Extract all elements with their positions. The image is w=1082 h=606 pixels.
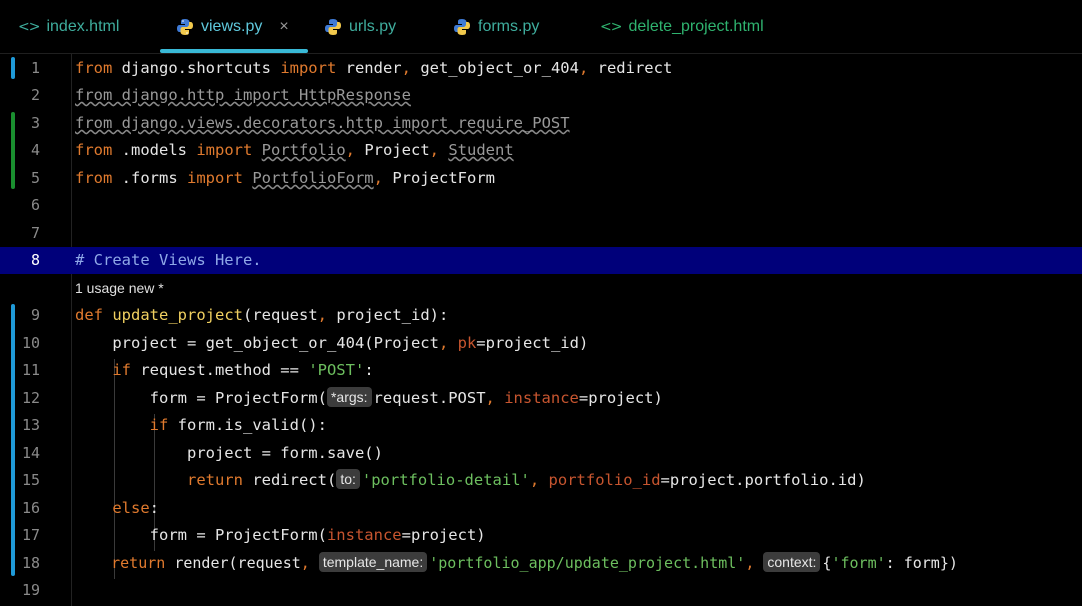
code-text: from .forms import PortfolioForm, Projec… <box>75 169 495 187</box>
line-number: 17 <box>21 526 40 544</box>
line-number: 2 <box>30 86 40 104</box>
html-icon: <> <box>18 18 40 35</box>
active-tab-indicator <box>160 49 308 53</box>
tab-label: index.html <box>46 17 120 35</box>
tab-label: urls.py <box>349 17 397 35</box>
code-text: form = ProjectForm(instance=project) <box>75 526 486 544</box>
code-line[interactable]: 12 form = ProjectForm(*args: request.POST… <box>0 385 1082 412</box>
code-text: if form.is_valid(): <box>149 416 327 434</box>
usage-hint[interactable]: 1 usage new * <box>75 275 164 302</box>
line-number: 18 <box>21 554 40 572</box>
line-number: 5 <box>30 169 40 187</box>
line-number: 8 <box>30 251 40 269</box>
code-editor[interactable]: 1 from django.shortcuts import render, g… <box>0 54 1082 606</box>
line-number: 11 <box>21 361 40 379</box>
usage-inlay-row[interactable]: 1 usage new * <box>0 275 1082 302</box>
line-number: 14 <box>21 444 40 462</box>
code-text: project = get_object_or_404(Project, pk=… <box>75 334 589 352</box>
code-line[interactable]: 16 else: <box>0 495 1082 522</box>
line-number: 4 <box>30 141 40 159</box>
line-number: 1 <box>30 59 40 77</box>
tab-label: delete_project.html <box>628 17 764 35</box>
code-text: return redirect(to:'portfolio-detail', p… <box>186 469 866 489</box>
code-line[interactable]: 5 from .forms import PortfolioForm, Proj… <box>0 165 1082 192</box>
editor-tab-bar: <> index.html views.py × urls.py forms.p… <box>0 0 1082 54</box>
param-hint: to: <box>336 469 360 489</box>
tab-urls-py[interactable]: urls.py <box>324 0 396 53</box>
tab-forms-py[interactable]: forms.py <box>453 0 539 53</box>
line-number: 7 <box>30 224 40 242</box>
line-number: 10 <box>21 334 40 352</box>
code-text: def update_project(request, project_id): <box>75 306 449 324</box>
code-line[interactable]: 15 return redirect(to:'portfolio-detail'… <box>0 467 1082 494</box>
code-line[interactable]: 13 if form.is_valid(): <box>0 412 1082 439</box>
code-line[interactable]: 3 from django.views.decorators.http impo… <box>0 110 1082 137</box>
code-line[interactable]: 10 project = get_object_or_404(Project, … <box>0 330 1082 357</box>
line-number: 16 <box>21 499 40 517</box>
code-text: form = ProjectForm(*args: request.POST, i… <box>75 387 663 407</box>
code-line[interactable]: 4 from .models import Portfolio, Project… <box>0 137 1082 164</box>
param-hint: template_name: <box>318 552 428 572</box>
code-text: return render(request, template_name:'po… <box>111 552 958 572</box>
code-line[interactable]: 1 from django.shortcuts import render, g… <box>0 55 1082 82</box>
param-hint: *args: <box>326 387 372 407</box>
code-line[interactable]: 2 from django.http import HttpResponse <box>0 82 1082 109</box>
code-text: from django.shortcuts import render, get… <box>75 59 673 77</box>
code-line[interactable]: 6 <box>0 192 1082 219</box>
code-comment: # Create Views Here. <box>75 251 262 269</box>
code-line[interactable]: 7 <box>0 220 1082 247</box>
code-text: if request.method == 'POST': <box>112 361 374 379</box>
line-number: 13 <box>21 416 40 434</box>
code-text: else: <box>112 499 159 517</box>
tab-delete-project-html[interactable]: <> delete_project.html <box>600 0 764 53</box>
line-number: 19 <box>21 581 40 599</box>
line-number: 15 <box>21 471 40 489</box>
code-line[interactable]: 18 return render(request, template_name:… <box>0 550 1082 577</box>
html-icon: <> <box>600 18 622 35</box>
code-text: from django.views.decorators.http import… <box>75 114 570 132</box>
python-icon <box>325 18 341 35</box>
python-icon <box>454 18 470 35</box>
tab-index-html[interactable]: <> index.html <box>18 0 119 53</box>
python-icon <box>177 18 193 35</box>
line-number: 6 <box>30 196 40 214</box>
code-line[interactable]: 9 def update_project(request, project_id… <box>0 302 1082 329</box>
code-line[interactable]: 14 project = form.save() <box>0 440 1082 467</box>
tab-label: forms.py <box>478 17 540 35</box>
tab-label: views.py <box>201 17 263 35</box>
code-line[interactable]: 19 <box>0 577 1082 604</box>
tab-views-py[interactable]: views.py × <box>160 0 308 53</box>
code-line[interactable]: 17 form = ProjectForm(instance=project) <box>0 522 1082 549</box>
line-number: 3 <box>30 114 40 132</box>
line-number: 9 <box>30 306 40 324</box>
code-text: from django.http import HttpResponse <box>75 86 411 104</box>
line-number: 12 <box>21 389 40 407</box>
code-line[interactable]: 11 if request.method == 'POST': <box>0 357 1082 384</box>
current-line[interactable]: 8 # Create Views Here. <box>0 247 1082 274</box>
code-text: from .models import Portfolio, Project, … <box>75 141 514 159</box>
param-hint: context: <box>763 552 821 572</box>
close-icon[interactable]: × <box>279 18 288 36</box>
code-text: project = form.save() <box>75 444 383 462</box>
